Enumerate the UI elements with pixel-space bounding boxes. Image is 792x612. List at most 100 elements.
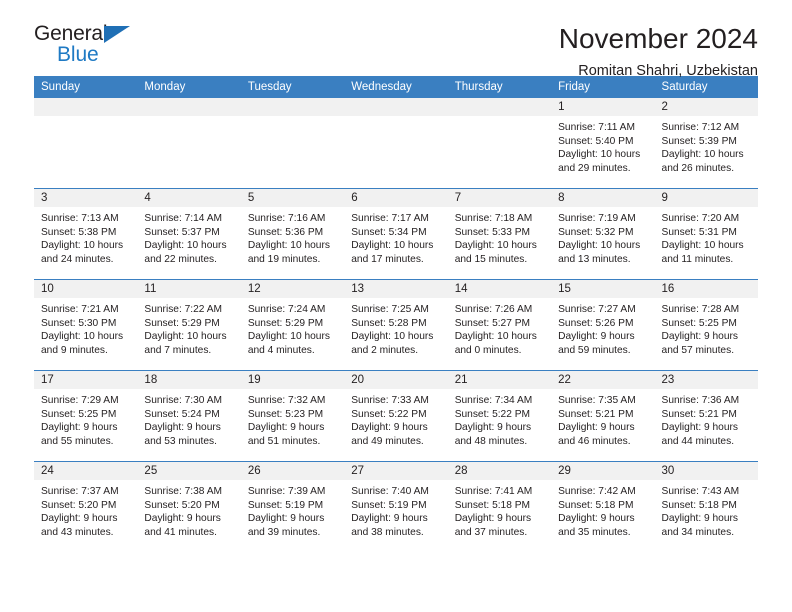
calendar-day-cell[interactable]: 6 Sunrise: 7:17 AM Sunset: 5:34 PM Daylight… [344,188,448,280]
calendar-body: 1 Sunrise: 7:11 AM Sunset: 5:40 PM Daylight… [34,98,758,552]
calendar-day-cell[interactable]: 14 Sunrise: 7:26 AM Sunset: 5:27 PM Dayligh… [447,279,552,371]
sunrise-text: Sunrise: 7:43 AM [661,486,740,497]
calendar-day-cell[interactable]: 26 Sunrise: 7:39 AM Sunset: 5:19 PM Dayligh… [240,461,345,552]
daylight-text: Daylight: 10 hours and 2 minutes. [351,331,434,357]
sunset-text: Sunset: 5:22 PM [351,408,427,420]
calendar-day-cell[interactable]: 20 Sunrise: 7:33 AM Sunset: 5:22 PM Dayligh… [344,370,448,462]
day-cell-inner: 12 Sunrise: 7:24 AM Sunset: 5:29 PM Dayligh… [240,280,345,370]
day-details: Sunrise: 7:19 AM Sunset: 5:32 PM Daylight:… [551,207,654,267]
sunrise-text: Sunrise: 7:11 AM [558,122,635,133]
weekday-header-wednesday: Wednesday [344,76,448,98]
day-number: 7 [447,189,552,207]
daylight-text: Daylight: 9 hours and 53 minutes. [144,422,221,448]
calendar-day-cell[interactable]: 25 Sunrise: 7:38 AM Sunset: 5:20 PM Dayligh… [137,461,241,552]
calendar-day-cell[interactable]: 30 Sunrise: 7:43 AM Sunset: 5:18 PM Dayligh… [654,461,758,552]
sunset-text: Sunset: 5:21 PM [661,408,737,420]
calendar-day-cell[interactable]: 8 Sunrise: 7:19 AM Sunset: 5:32 PM Daylight… [551,188,655,280]
calendar-day-cell[interactable]: 5 Sunrise: 7:16 AM Sunset: 5:36 PM Daylight… [240,188,345,280]
day-cell-inner: 16 Sunrise: 7:28 AM Sunset: 5:25 PM Dayligh… [654,280,758,370]
day-number [344,98,448,116]
daylight-text: Daylight: 10 hours and 9 minutes. [41,331,124,357]
sunrise-text: Sunrise: 7:17 AM [351,213,429,224]
day-number: 28 [447,462,552,480]
sunrise-text: Sunrise: 7:18 AM [454,213,533,224]
daylight-text: Daylight: 9 hours and 44 minutes. [661,422,738,448]
calendar-day-cell[interactable]: 11 Sunrise: 7:22 AM Sunset: 5:29 PM Dayligh… [137,279,241,371]
sunrise-text: Sunrise: 7:22 AM [144,304,223,315]
sunrise-text: Sunrise: 7:21 AM [41,304,119,315]
calendar-day-cell[interactable]: 13 Sunrise: 7:25 AM Sunset: 5:28 PM Dayligh… [344,279,448,371]
calendar-day-cell[interactable]: 10 Sunrise: 7:21 AM Sunset: 5:30 PM Dayligh… [34,279,138,371]
day-details: Sunrise: 7:43 AM Sunset: 5:18 PM Daylight:… [655,480,758,540]
day-cell-inner [137,98,241,188]
day-cell-inner: 11 Sunrise: 7:22 AM Sunset: 5:29 PM Dayligh… [137,280,241,370]
day-cell-inner: 30 Sunrise: 7:43 AM Sunset: 5:18 PM Dayligh… [654,462,758,552]
day-number: 17 [34,371,138,389]
daylight-text: Daylight: 10 hours and 0 minutes. [454,331,537,357]
daylight-text: Daylight: 9 hours and 39 minutes. [247,513,325,539]
calendar-day-cell[interactable]: 12 Sunrise: 7:24 AM Sunset: 5:29 PM Dayligh… [240,279,345,371]
day-cell-inner: 19 Sunrise: 7:32 AM Sunset: 5:23 PM Dayligh… [240,371,345,461]
calendar-day-cell[interactable]: 23 Sunrise: 7:36 AM Sunset: 5:21 PM Dayligh… [654,370,758,462]
calendar-day-cell[interactable]: 2 Sunrise: 7:12 AM Sunset: 5:39 PM Daylight… [654,98,758,189]
calendar-day-cell[interactable]: 18 Sunrise: 7:30 AM Sunset: 5:24 PM Dayligh… [137,370,241,462]
sunrise-text: Sunrise: 7:32 AM [247,395,326,406]
day-number: 25 [137,462,241,480]
weekday-header-thursday: Thursday [447,76,552,98]
calendar-day-cell[interactable]: 4 Sunrise: 7:14 AM Sunset: 5:37 PM Daylight… [137,188,241,280]
sunset-text: Sunset: 5:27 PM [454,317,531,329]
daylight-text: Daylight: 10 hours and 15 minutes. [454,240,537,266]
weekday-header-sunday: Sunday [34,76,138,98]
sunrise-text: Sunrise: 7:35 AM [558,395,636,406]
daylight-text: Daylight: 10 hours and 17 minutes. [351,240,434,266]
day-number: 14 [447,280,552,298]
calendar-grid: Sunday Monday Tuesday Wednesday Thursday… [34,76,758,552]
daylight-text: Daylight: 10 hours and 26 minutes. [661,149,744,175]
calendar-day-cell[interactable]: 29 Sunrise: 7:42 AM Sunset: 5:18 PM Dayligh… [551,461,655,552]
calendar-day-cell[interactable]: 15 Sunrise: 7:27 AM Sunset: 5:26 PM Dayligh… [551,279,655,371]
calendar-day-cell[interactable]: 9 Sunrise: 7:20 AM Sunset: 5:31 PM Daylight… [654,188,758,280]
day-details: Sunrise: 7:13 AM Sunset: 5:38 PM Daylight:… [34,207,137,267]
daylight-text: Daylight: 10 hours and 24 minutes. [41,240,124,266]
calendar-day-cell[interactable]: 16 Sunrise: 7:28 AM Sunset: 5:25 PM Dayligh… [654,279,758,371]
calendar-day-cell-empty [137,98,241,189]
day-details: Sunrise: 7:11 AM Sunset: 5:40 PM Daylight:… [551,116,654,176]
day-number: 13 [344,280,448,298]
calendar-day-cell[interactable]: 22 Sunrise: 7:35 AM Sunset: 5:21 PM Dayligh… [551,370,655,462]
sunrise-text: Sunrise: 7:25 AM [351,304,429,315]
day-cell-inner: 24 Sunrise: 7:37 AM Sunset: 5:20 PM Dayligh… [34,462,138,552]
sunrise-text: Sunrise: 7:40 AM [351,486,429,497]
day-cell-inner: 20 Sunrise: 7:33 AM Sunset: 5:22 PM Dayligh… [344,371,448,461]
calendar-day-cell[interactable]: 1 Sunrise: 7:11 AM Sunset: 5:40 PM Daylight… [551,98,655,189]
calendar-day-cell[interactable]: 7 Sunrise: 7:18 AM Sunset: 5:33 PM Daylight… [447,188,552,280]
daylight-text: Daylight: 9 hours and 43 minutes. [41,513,118,539]
calendar-day-cell[interactable]: 19 Sunrise: 7:32 AM Sunset: 5:23 PM Dayligh… [240,370,345,462]
sunrise-text: Sunrise: 7:42 AM [558,486,636,497]
calendar-day-cell[interactable]: 17 Sunrise: 7:29 AM Sunset: 5:25 PM Dayligh… [34,370,138,462]
day-number: 15 [551,280,655,298]
day-details: Sunrise: 7:29 AM Sunset: 5:25 PM Daylight:… [34,389,137,449]
daylight-text: Daylight: 9 hours and 57 minutes. [661,331,738,357]
day-cell-inner: 29 Sunrise: 7:42 AM Sunset: 5:18 PM Dayligh… [551,462,655,552]
day-number: 10 [34,280,138,298]
sunset-text: Sunset: 5:25 PM [661,317,737,329]
calendar-day-cell[interactable]: 21 Sunrise: 7:34 AM Sunset: 5:22 PM Dayligh… [447,370,552,462]
day-number: 24 [34,462,138,480]
sunset-text: Sunset: 5:39 PM [661,135,737,147]
day-cell-inner: 9 Sunrise: 7:20 AM Sunset: 5:31 PM Daylight… [654,189,758,279]
day-cell-inner [447,98,552,188]
calendar-day-cell[interactable]: 24 Sunrise: 7:37 AM Sunset: 5:20 PM Dayligh… [34,461,138,552]
day-cell-inner: 13 Sunrise: 7:25 AM Sunset: 5:28 PM Dayligh… [344,280,448,370]
calendar-day-cell[interactable]: 28 Sunrise: 7:41 AM Sunset: 5:18 PM Dayligh… [447,461,552,552]
day-cell-inner: 6 Sunrise: 7:17 AM Sunset: 5:34 PM Daylight… [344,189,448,279]
day-cell-inner [344,98,448,188]
sunset-text: Sunset: 5:34 PM [351,226,427,238]
day-details: Sunrise: 7:24 AM Sunset: 5:29 PM Daylight:… [241,298,344,358]
day-number: 20 [344,371,448,389]
daylight-text: Daylight: 9 hours and 41 minutes. [144,513,221,539]
calendar-day-cell[interactable]: 27 Sunrise: 7:40 AM Sunset: 5:19 PM Dayligh… [344,461,448,552]
day-number: 5 [240,189,345,207]
calendar-week-row: 1 Sunrise: 7:11 AM Sunset: 5:40 PM Daylight… [34,98,758,189]
calendar-day-cell[interactable]: 3 Sunrise: 7:13 AM Sunset: 5:38 PM Daylight… [34,188,138,280]
day-number: 3 [34,189,138,207]
